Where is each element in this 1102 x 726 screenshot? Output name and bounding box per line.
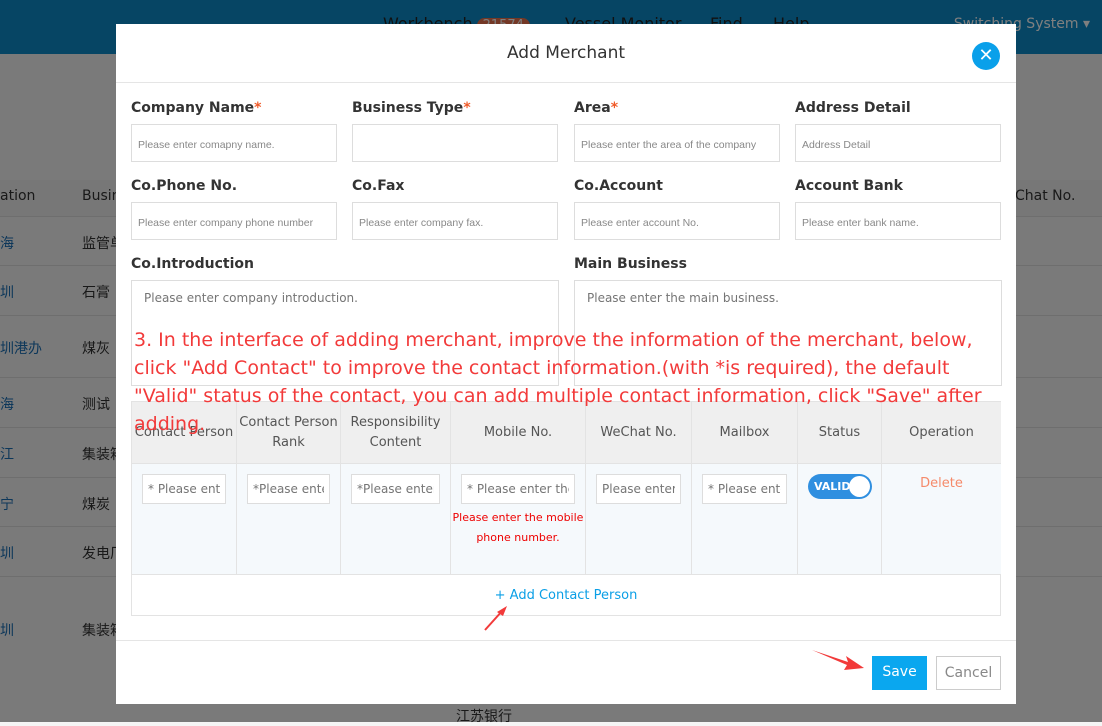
contact-cell: [237, 463, 341, 574]
field-label: Co.Account: [574, 178, 663, 194]
dialog-footer-divider: [116, 640, 1016, 641]
required-asterisk: *: [610, 100, 619, 116]
field-label: Business Type*: [352, 100, 471, 116]
required-asterisk: *: [254, 100, 262, 116]
mobile-error-message: Please enter the mobile phone number.: [452, 511, 584, 544]
contact-cell: Delete: [882, 463, 1001, 574]
field-input[interactable]: Please enter company phone number: [131, 202, 337, 240]
field-label: Address Detail: [795, 100, 911, 116]
contact-input[interactable]: [351, 474, 440, 504]
close-icon[interactable]: ✕: [972, 42, 1000, 70]
contact-cell: [132, 463, 237, 574]
contact-cell: [692, 463, 798, 574]
field-label: Account Bank: [795, 178, 903, 194]
field-input[interactable]: Address Detail: [795, 124, 1001, 162]
field-label: Company Name*: [131, 100, 262, 116]
field-label: Area*: [574, 100, 619, 116]
contact-input[interactable]: [247, 474, 330, 504]
field-placeholder: Please enter bank name.: [802, 217, 919, 229]
contact-input[interactable]: [702, 474, 787, 504]
contact-cell: [586, 463, 692, 574]
field-input[interactable]: Please enter the area of the company: [574, 124, 780, 162]
add-contact-person-button[interactable]: + Add Contact Person: [132, 574, 1000, 615]
field-input[interactable]: Please enter comapny name.: [131, 124, 337, 162]
field-placeholder: Please enter company fax.: [359, 217, 484, 229]
annotation-arrow-icon: [812, 650, 864, 670]
contact-cell: Please enter the mobile phone number.: [451, 463, 586, 574]
dialog-title: Add Merchant: [116, 24, 1016, 83]
annotation-arrow-icon: [484, 606, 507, 631]
contact-cell: [341, 463, 451, 574]
contact-input[interactable]: [596, 474, 681, 504]
delete-contact-link[interactable]: Delete: [882, 476, 1001, 491]
contact-input[interactable]: [142, 474, 226, 504]
field-placeholder: Please enter comapny name.: [138, 139, 275, 151]
field-placeholder: Please enter the area of the company: [581, 139, 757, 151]
field-placeholder: Please enter company phone number: [138, 217, 314, 229]
main-business-label: Main Business: [574, 256, 687, 272]
field-placeholder: Please enter account No.: [581, 217, 699, 229]
field-input[interactable]: Please enter company fax.: [352, 202, 558, 240]
intro-label: Co.Introduction: [131, 256, 254, 272]
tutorial-annotation: 3. In the interface of adding merchant, …: [134, 329, 982, 435]
field-input[interactable]: Please enter account No.: [574, 202, 780, 240]
contact-cell: VALID: [798, 463, 882, 574]
required-asterisk: *: [463, 100, 471, 116]
field-input[interactable]: [352, 124, 558, 162]
field-label: Co.Fax: [352, 178, 405, 194]
field-input[interactable]: Please enter bank name.: [795, 202, 1001, 240]
field-label: Co.Phone No.: [131, 178, 238, 194]
add-merchant-dialog: Add Merchant ✕ Company Name* Please enter…: [116, 24, 1016, 704]
field-placeholder: Address Detail: [802, 139, 871, 151]
save-button[interactable]: Save: [872, 656, 927, 690]
cancel-button[interactable]: Cancel: [936, 656, 1001, 690]
contact-input[interactable]: [461, 474, 575, 504]
status-toggle[interactable]: VALID: [808, 474, 872, 499]
